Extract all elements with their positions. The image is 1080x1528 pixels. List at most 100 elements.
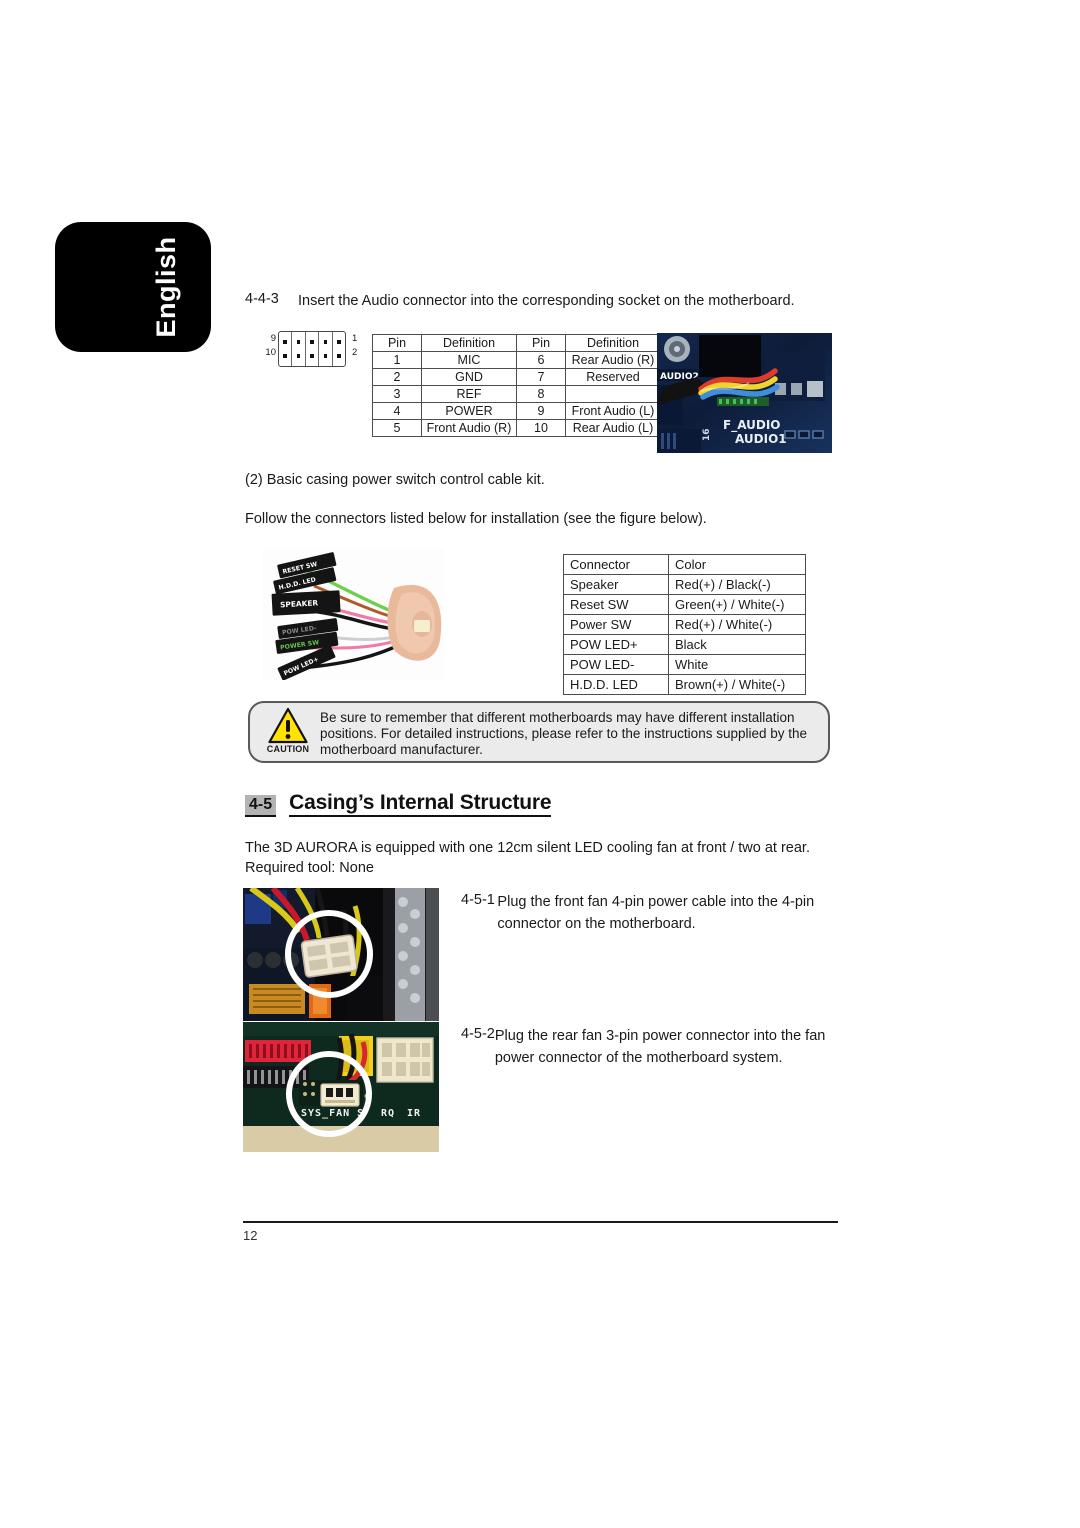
pin-label-2: 2 <box>352 347 358 358</box>
table-row: Speaker Red(+) / Black(-) <box>563 574 806 595</box>
table-cell <box>565 385 661 403</box>
table-cell: 6 <box>516 351 566 369</box>
table-cell: 7 <box>516 368 566 386</box>
step-4-5-2-number: 4-5-2 <box>461 1026 495 1042</box>
pin-cell <box>333 332 345 366</box>
pin-header-right-labels: 1 2 <box>352 332 370 360</box>
pin-dot <box>310 340 314 344</box>
caution-icon-group: CAUTION <box>260 707 316 761</box>
step-4-5-1: 4-5-1 Plug the front fan 4-pin power cab… <box>461 892 861 936</box>
photo-fan4-art <box>243 888 439 1021</box>
table-cell: Rear Audio (L) <box>565 419 661 437</box>
table-cell: REF <box>421 385 517 403</box>
table-row: 3 REF 8 <box>372 385 661 403</box>
table-row: Reset SW Green(+) / White(-) <box>563 594 806 615</box>
pin-label-9: 9 <box>270 333 276 344</box>
table-row: 5 Front Audio (R) 10 Rear Audio (L) <box>372 419 661 437</box>
table-cell: 1 <box>372 351 422 369</box>
table-cell: Power SW <box>563 614 669 635</box>
table-cell: Front Audio (L) <box>565 402 661 420</box>
footer-divider <box>243 1221 838 1223</box>
table-cell: MIC <box>421 351 517 369</box>
audio-pin-definition-table: Pin Definition Pin Definition 1 MIC 6 Re… <box>372 334 661 437</box>
svg-text:RQ: RQ <box>381 1108 395 1119</box>
pin-dot <box>283 354 287 358</box>
table-header-cell: Pin <box>372 334 422 352</box>
photo-power-switch-cable-kit: RESET SW H.D.D. LED SPEAKER POW LED- POW… <box>262 548 444 680</box>
pin-cell <box>306 332 320 366</box>
svg-text:F_AUDIO: F_AUDIO <box>723 418 781 433</box>
pin-label-10: 10 <box>265 347 276 358</box>
caution-label: CAUTION <box>266 744 310 754</box>
pin-cell <box>292 332 306 366</box>
table-row: Power SW Red(+) / White(-) <box>563 614 806 635</box>
svg-text:16: 16 <box>702 428 712 441</box>
table-cell: Speaker <box>563 574 669 595</box>
table-header-cell: Definition <box>565 334 661 352</box>
pin-label-1: 1 <box>352 333 358 344</box>
section-4-5-intro-line-2: Required tool: None <box>245 860 374 876</box>
table-row: 1 MIC 6 Rear Audio (R) <box>372 351 661 369</box>
pin-header-body <box>278 331 346 367</box>
table-header-cell: Pin <box>516 334 566 352</box>
document-page: English 4-4-3 Insert the Audio connector… <box>0 0 1080 1528</box>
language-tab: English <box>55 222 211 352</box>
audio-pin-header-diagram: 9 10 1 2 <box>258 330 370 374</box>
table-cell: Reset SW <box>563 594 669 615</box>
table-cell: POWER <box>421 402 517 420</box>
photo-faudio-art: AUDIO2 F_AUDIO AUDIO1 16 <box>657 333 832 453</box>
table-row: POW LED- White <box>563 654 806 675</box>
table-cell: POW LED+ <box>563 634 669 655</box>
pin-header-left-labels: 9 10 <box>258 332 276 360</box>
table-cell: Red(+) / Black(-) <box>668 574 806 595</box>
pin-cell <box>319 332 333 366</box>
step-4-5-1-number: 4-5-1 <box>461 892 495 908</box>
pin-dot <box>337 340 341 344</box>
pin-dot <box>323 354 328 358</box>
step-4-5-2: 4-5-2 Plug the rear fan 3-pin power conn… <box>461 1026 861 1070</box>
table-header-cell: Connector <box>563 554 669 575</box>
photo-fan3-art: SYS_FAN S RQ IR <box>243 1022 439 1152</box>
step-4-4-3-text: Insert the Audio connector into the corr… <box>298 293 795 309</box>
table-cell: Brown(+) / White(-) <box>668 674 806 695</box>
table-header-cell: Definition <box>421 334 517 352</box>
pin-dot <box>323 340 328 344</box>
pin-dot <box>337 354 341 358</box>
svg-text:SYS_FAN S: SYS_FAN S <box>301 1108 364 1119</box>
photo-rear-fan-3pin-connector: SYS_FAN S RQ IR <box>243 1022 439 1152</box>
photo-motherboard-front-audio-header: AUDIO2 F_AUDIO AUDIO1 16 <box>657 333 832 453</box>
caution-callout-box: CAUTION Be sure to remember that differe… <box>248 701 830 763</box>
pin-dot <box>283 340 287 344</box>
section-number-badge: 4-5 <box>245 795 277 817</box>
paragraph-follow-connectors: Follow the connectors listed below for i… <box>245 511 707 527</box>
table-cell: 2 <box>372 368 422 386</box>
table-cell: 3 <box>372 385 422 403</box>
section-4-5-intro-line-1: The 3D AURORA is equipped with one 12cm … <box>245 840 810 856</box>
step-4-4-3: 4-4-3 Insert the Audio connector into th… <box>245 291 885 313</box>
table-cell: 10 <box>516 419 566 437</box>
step-4-4-3-number: 4-4-3 <box>245 291 279 307</box>
photo-front-fan-4pin-connector <box>243 888 439 1021</box>
table-cell: Black <box>668 634 806 655</box>
table-cell: POW LED- <box>563 654 669 675</box>
table-cell: Red(+) / White(-) <box>668 614 806 635</box>
table-row: Connector Color <box>563 554 806 575</box>
table-row: H.D.D. LED Brown(+) / White(-) <box>563 674 806 695</box>
table-row: POW LED+ Black <box>563 634 806 655</box>
table-cell: Rear Audio (R) <box>565 351 661 369</box>
pin-dot <box>310 354 314 358</box>
caution-text: Be sure to remember that different mothe… <box>320 710 808 757</box>
pin-dot <box>296 340 301 344</box>
table-row: 2 GND 7 Reserved <box>372 368 661 386</box>
table-row: 4 POWER 9 Front Audio (L) <box>372 402 661 420</box>
table-cell: 4 <box>372 402 422 420</box>
table-cell: GND <box>421 368 517 386</box>
table-row: Pin Definition Pin Definition <box>372 334 661 352</box>
paragraph-basic-cable-kit: (2) Basic casing power switch control ca… <box>245 472 545 488</box>
step-4-5-1-text: Plug the front fan 4-pin power cable int… <box>497 894 815 932</box>
connector-color-table: Connector Color Speaker Red(+) / Black(-… <box>563 554 806 695</box>
svg-text:AUDIO1: AUDIO1 <box>735 432 787 446</box>
pin-cell <box>279 332 293 366</box>
table-cell: 9 <box>516 402 566 420</box>
pin-dot <box>296 354 301 358</box>
